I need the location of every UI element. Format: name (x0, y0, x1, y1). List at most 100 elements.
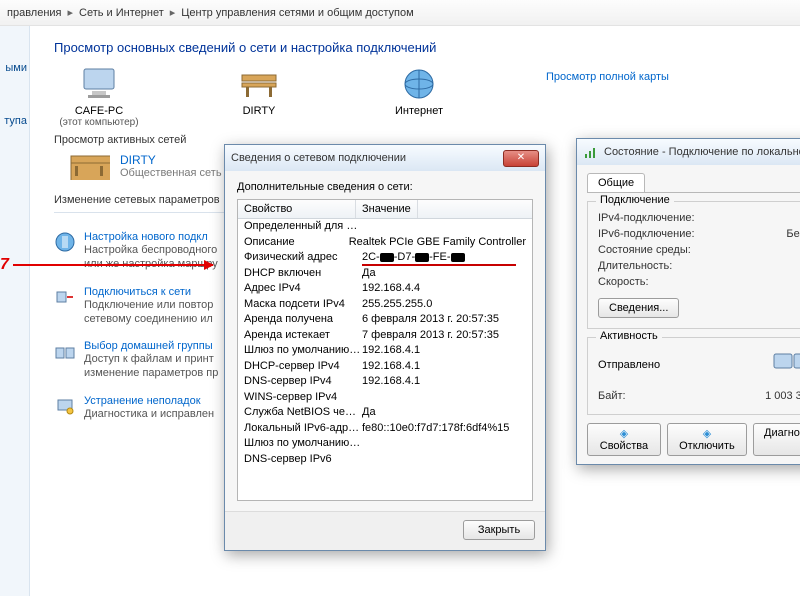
prop-key: Физический адрес (244, 250, 362, 266)
prop-value (362, 452, 526, 468)
prop-value: fe80::10e0:f7d7:178f:6df4%15 (362, 421, 526, 437)
prop-key: DNS-сервер IPv6 (244, 452, 362, 468)
property-row[interactable]: DHCP включенДа (238, 266, 532, 282)
col-property[interactable]: Свойство (238, 200, 356, 218)
prop-key: Служба NetBIOS через... (244, 405, 362, 421)
col-value[interactable]: Значение (356, 200, 418, 218)
signal-icon (583, 144, 599, 160)
property-row[interactable]: Шлюз по умолчанию IP...192.168.4.1 (238, 343, 532, 359)
monitors-icon (772, 348, 800, 382)
diagnose-button[interactable]: Диагности (753, 423, 800, 456)
link-title[interactable]: Устранение неполадок (84, 395, 214, 407)
prop-value: 7 февраля 2013 г. 20:57:35 (362, 328, 526, 344)
shield-icon: ◈ (620, 428, 628, 440)
view-full-map-link[interactable]: Просмотр полной карты (546, 71, 669, 83)
prop-key: Локальный IPv6-адрес... (244, 421, 362, 437)
disable-button[interactable]: ◈ Отключить (667, 423, 747, 456)
property-row[interactable]: Физический адрес2C--D7--FE- (238, 250, 532, 266)
close-button[interactable]: ✕ (503, 150, 539, 167)
homegroup-icon (54, 340, 76, 362)
prop-key: Описание (244, 235, 349, 251)
property-row[interactable]: DHCP-сервер IPv4192.168.4.1 (238, 359, 532, 375)
list-header[interactable]: Свойство Значение (238, 200, 532, 219)
property-row[interactable]: Аренда получена6 февраля 2013 г. 20:57:3… (238, 312, 532, 328)
node-label: Интернет (374, 105, 464, 117)
node-internet[interactable]: Интернет (374, 65, 464, 117)
arrow-line-icon (13, 264, 213, 266)
breadcrumb[interactable]: правления ▸ Сеть и Интернет ▸ Центр упра… (0, 0, 800, 26)
breadcrumb-sep-icon: ▸ (65, 6, 77, 19)
property-row[interactable]: Определенный для по... (238, 219, 532, 235)
prop-key: Адрес IPv4 (244, 281, 362, 297)
property-row[interactable]: ОписаниеRealtek PCIe GBE Family Controll… (238, 235, 532, 251)
prop-value: 192.168.4.1 (362, 343, 526, 359)
group-label: Подключение (596, 194, 674, 206)
prop-value: 2C--D7--FE- (362, 250, 526, 266)
prop-value: 192.168.4.4 (362, 281, 526, 297)
details-button[interactable]: Сведения... (598, 298, 679, 318)
breadcrumb-seg[interactable]: Сеть и Интернет (76, 7, 167, 19)
annotation-number: 7 (0, 256, 9, 274)
left-pane: ыми тупа (0, 26, 30, 596)
prop-value: Да (362, 266, 526, 282)
ipv6-value: Без д (786, 228, 800, 240)
prop-value (362, 219, 526, 235)
prop-key: Определенный для по... (244, 219, 362, 235)
prop-value: Realtek PCIe GBE Family Controller (349, 235, 526, 251)
node-sublabel: (этот компьютер) (54, 117, 144, 128)
node-label: DIRTY (214, 105, 304, 117)
prop-value (362, 390, 526, 406)
property-row[interactable]: DNS-сервер IPv4192.168.4.1 (238, 374, 532, 390)
duration-label: Длительность: (598, 260, 672, 272)
property-row[interactable]: Аренда истекает7 февраля 2013 г. 20:57:3… (238, 328, 532, 344)
troubleshoot-icon (54, 395, 76, 417)
prop-key: Аренда получена (244, 312, 362, 328)
prop-key: DNS-сервер IPv4 (244, 374, 362, 390)
node-this-pc[interactable]: CAFE-PC (этот компьютер) (54, 65, 144, 128)
tab-general[interactable]: Общие (587, 173, 645, 192)
media-state-label: Состояние среды: (598, 244, 691, 256)
property-row[interactable]: WINS-сервер IPv4 (238, 390, 532, 406)
page-title: Просмотр основных сведений о сети и наст… (54, 40, 800, 55)
group-connection: Подключение IPv4-подключение: IPv6-подкл… (587, 201, 800, 329)
sent-label: Отправлено (598, 359, 660, 371)
property-list[interactable]: Свойство Значение Определенный для по...… (237, 199, 533, 501)
link-title[interactable]: Подключиться к сети (84, 286, 234, 298)
computer-icon (78, 65, 120, 103)
leftpane-item[interactable]: ыми (0, 26, 29, 79)
globe-icon (398, 65, 440, 103)
bytes-value: 1 003 358 (765, 390, 800, 402)
network-name: DIRTY (120, 153, 222, 167)
properties-button[interactable]: ◈ Свойства (587, 423, 661, 456)
divider (54, 212, 224, 213)
property-row[interactable]: Шлюз по умолчанию IP... (238, 436, 532, 452)
dialog-titlebar[interactable]: Сведения о сетевом подключении ✕ (225, 145, 545, 171)
prop-key: Шлюз по умолчанию IP... (244, 343, 362, 359)
property-row[interactable]: Служба NetBIOS через...Да (238, 405, 532, 421)
link-desc: Диагностика и исправлен (84, 407, 214, 421)
ipv4-label: IPv4-подключение: (598, 212, 695, 224)
property-row[interactable]: Локальный IPv6-адрес...fe80::10e0:f7d7:1… (238, 421, 532, 437)
dialog-titlebar[interactable]: Состояние - Подключение по локальной с (577, 139, 800, 165)
link-desc: Доступ к файлам и принт изменение параме… (84, 352, 234, 381)
speed-label: Скорость: (598, 276, 649, 288)
prop-value: 255.255.255.0 (362, 297, 526, 313)
link-title[interactable]: Настройка нового подкл (84, 231, 234, 243)
breadcrumb-sep-icon: ▸ (167, 6, 179, 19)
property-row[interactable]: Адрес IPv4192.168.4.4 (238, 281, 532, 297)
leftpane-item[interactable]: тупа (0, 79, 29, 132)
connection-icon (54, 231, 76, 253)
property-row[interactable]: Маска подсети IPv4255.255.255.0 (238, 297, 532, 313)
group-label: Активность (596, 330, 662, 342)
breadcrumb-seg[interactable]: Центр управления сетями и общим доступом (178, 7, 416, 19)
dialog-title: Сведения о сетевом подключении (231, 152, 406, 164)
ipv6-label: IPv6-подключение: (598, 228, 695, 240)
network-type-link[interactable]: Общественная сеть (120, 167, 222, 179)
breadcrumb-seg[interactable]: правления (4, 7, 65, 19)
dialog-subtitle: Дополнительные сведения о сети: (237, 181, 533, 193)
property-row[interactable]: DNS-сервер IPv6 (238, 452, 532, 468)
link-title[interactable]: Выбор домашней группы (84, 340, 234, 352)
node-router[interactable]: DIRTY (214, 65, 304, 117)
prop-value: Да (362, 405, 526, 421)
close-dialog-button[interactable]: Закрыть (463, 520, 535, 540)
